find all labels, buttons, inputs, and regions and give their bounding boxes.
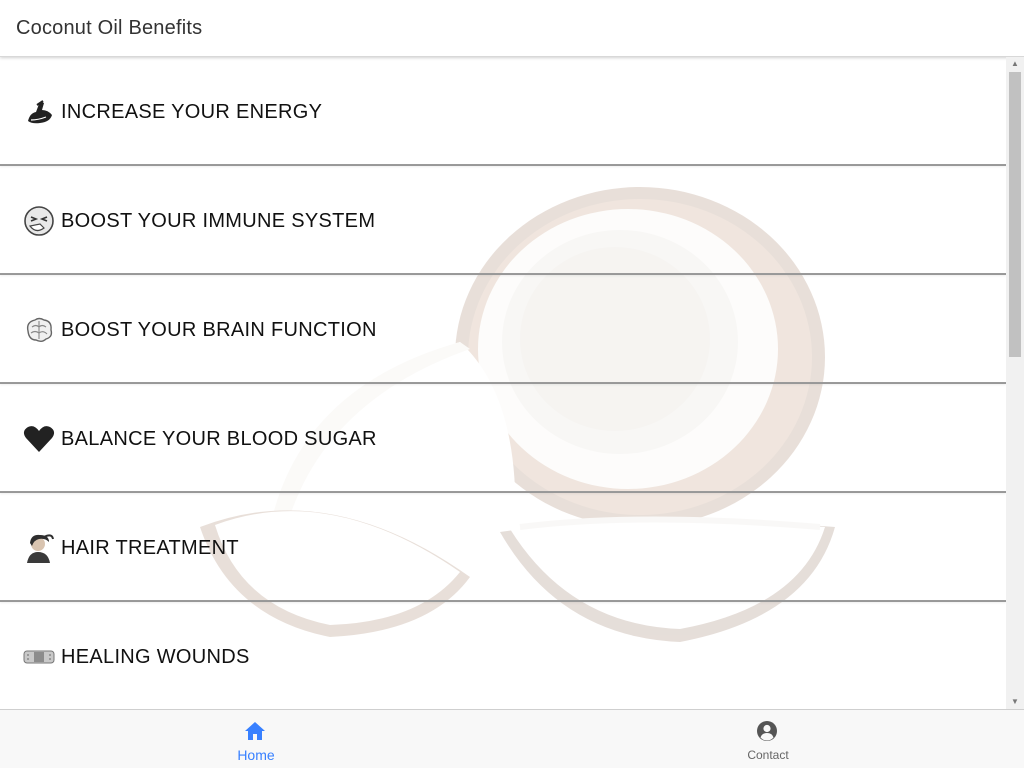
- list-item-label: HEALING WOUNDS: [61, 646, 250, 668]
- list-item-label: HAIR TREATMENT: [61, 537, 239, 559]
- bandage-icon: [22, 640, 56, 674]
- scroll-down-arrow-icon[interactable]: ▼: [1006, 695, 1024, 709]
- bottom-tab-bar: Home Contact: [0, 709, 1024, 768]
- list-item-label: BOOST YOUR BRAIN FUNCTION: [61, 319, 377, 341]
- list-item-label: INCREASE YOUR ENERGY: [61, 101, 323, 123]
- flexing-arm-icon: [22, 95, 56, 129]
- sneezing-face-icon: [22, 204, 56, 238]
- list-item-label: BOOST YOUR IMMUNE SYSTEM: [61, 210, 376, 232]
- list-item-brain-function[interactable]: BOOST YOUR BRAIN FUNCTION: [0, 275, 1006, 384]
- vertical-scrollbar[interactable]: ▲ ▼: [1006, 57, 1024, 709]
- scroll-thumb[interactable]: [1009, 72, 1021, 357]
- benefits-list: INCREASE YOUR ENERGY BOOST YOUR IMMUNE S…: [0, 57, 1006, 709]
- person-circle-icon: [756, 720, 778, 742]
- tab-home[interactable]: Home: [0, 710, 512, 768]
- tab-contact[interactable]: Contact: [512, 710, 1024, 768]
- brain-icon: [22, 313, 56, 347]
- list-item-healing-wounds[interactable]: HEALING WOUNDS: [0, 602, 1006, 709]
- list-item-immune-system[interactable]: BOOST YOUR IMMUNE SYSTEM: [0, 166, 1006, 275]
- scroll-up-arrow-icon[interactable]: ▲: [1006, 57, 1024, 71]
- woman-hair-icon: [22, 531, 56, 565]
- app-header: Coconut Oil Benefits: [0, 0, 1024, 57]
- list-item-blood-sugar[interactable]: BALANCE YOUR BLOOD SUGAR: [0, 384, 1006, 493]
- list-item-hair-treatment[interactable]: HAIR TREATMENT: [0, 493, 1006, 602]
- tab-label: Contact: [747, 748, 789, 762]
- list-item-increase-energy[interactable]: INCREASE YOUR ENERGY: [0, 57, 1006, 166]
- home-icon: [244, 720, 266, 742]
- tab-label: Home: [237, 747, 275, 763]
- benefits-content[interactable]: INCREASE YOUR ENERGY BOOST YOUR IMMUNE S…: [0, 57, 1024, 709]
- list-item-label: BALANCE YOUR BLOOD SUGAR: [61, 428, 377, 450]
- page-title: Coconut Oil Benefits: [16, 17, 203, 39]
- heart-icon: [22, 422, 56, 456]
